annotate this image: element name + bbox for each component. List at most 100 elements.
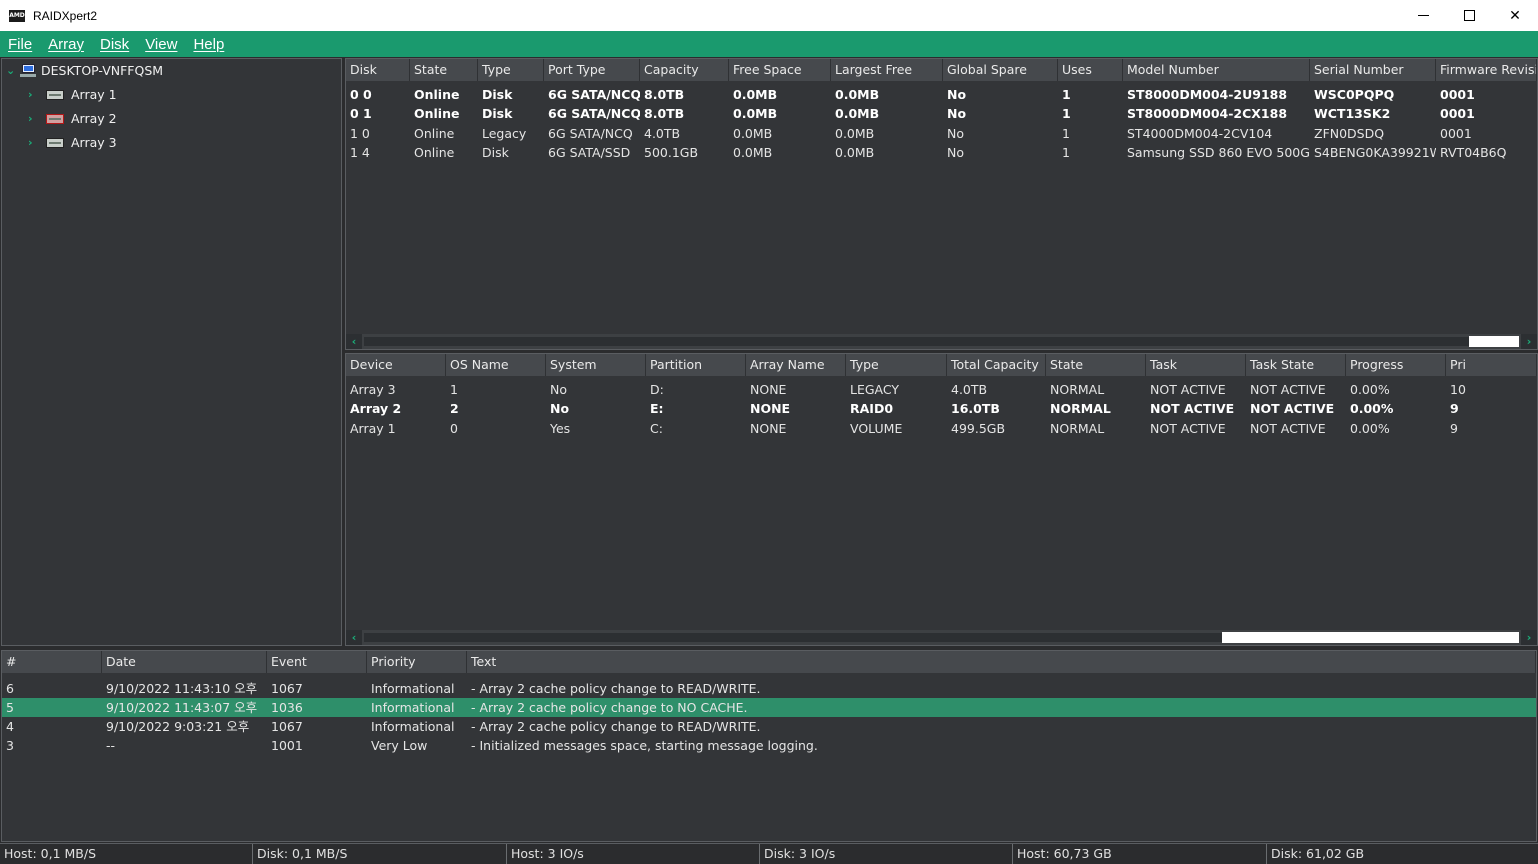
window-title: RAIDXpert2 (33, 8, 98, 23)
table-cell: Online (414, 144, 455, 160)
column-header[interactable]: Task (1146, 354, 1246, 376)
column-header[interactable]: Event (267, 651, 367, 673)
column-header[interactable]: Disk (346, 59, 410, 81)
computer-icon (20, 63, 36, 78)
table-row[interactable]: 1 0 Online Legacy 6G SATA/NCQ 4.0TB 0.0MB 0.0M… (346, 124, 1537, 143)
table-cell: NOT ACTIVE (1250, 420, 1326, 436)
table-cell: Array 2 (350, 401, 402, 417)
table-cell: 0.00% (1350, 382, 1390, 397)
scroll-right-icon[interactable]: › (1521, 630, 1537, 645)
column-header[interactable]: Array Name (746, 354, 846, 376)
events-panel: # Date Event Priority Text 6 9/10/2022 11:43:1… (1, 650, 1537, 842)
scroll-thumb[interactable] (1469, 336, 1519, 347)
table-row[interactable]: Array 3 1 No D: NONE LEGACY 4.0TB NORMAL NOT ACT… (346, 380, 1537, 399)
table-cell: Online (414, 125, 455, 141)
column-header[interactable]: Progress (1346, 354, 1446, 376)
table-cell: 6 (6, 681, 14, 696)
tree-item-label: Array 1 (71, 87, 117, 102)
table-row[interactable]: 6 9/10/2022 11:43:10 오후 1067 Informational -… (2, 679, 1536, 698)
column-header[interactable]: Capacity (640, 59, 729, 81)
arrays-horizontal-scrollbar[interactable]: ‹ › (346, 630, 1537, 645)
table-row[interactable]: 5 9/10/2022 11:43:07 오후 1036 Informational -… (2, 698, 1536, 717)
chevron-right-icon[interactable]: › (28, 88, 40, 101)
column-header[interactable]: State (1046, 354, 1146, 376)
column-header[interactable]: Priority (367, 651, 467, 673)
column-header[interactable]: Free Space (729, 59, 831, 81)
table-cell: Yes (550, 420, 571, 436)
column-header[interactable]: Type (478, 59, 544, 81)
table-cell: Array 1 (350, 420, 396, 436)
column-header[interactable]: OS Name (446, 354, 546, 376)
table-cell: 0 0 (350, 87, 372, 102)
table-cell: Array 3 (350, 382, 396, 397)
column-header[interactable]: State (410, 59, 478, 81)
disks-horizontal-scrollbar[interactable]: ‹ › (346, 334, 1537, 349)
table-cell: C: (650, 420, 663, 436)
column-header[interactable]: Date (102, 651, 267, 673)
chevron-right-icon[interactable]: › (28, 136, 40, 149)
table-cell: 16.0TB (951, 401, 1000, 417)
menu-help[interactable]: Help (193, 36, 224, 53)
menu-file[interactable]: File (8, 36, 32, 53)
table-cell: 9/10/2022 11:43:07 오후 (106, 700, 258, 715)
table-cell: 0.0MB (835, 106, 880, 122)
table-cell: 0.0MB (835, 87, 880, 102)
scroll-left-icon[interactable]: ‹ (346, 334, 362, 349)
table-cell: - Array 2 cache policy change to READ/WR… (471, 719, 761, 734)
table-row[interactable]: Array 2 2 No E: NONE RAID0 16.0TB NORMAL NOT ACT… (346, 399, 1537, 418)
table-cell: 4.0TB (644, 125, 681, 141)
chevron-down-icon[interactable]: ⌄ (6, 64, 18, 77)
arrays-panel: Device OS Name System Partition Array Name Ty… (345, 353, 1538, 646)
array-table-header: Device OS Name System Partition Array Name Ty… (346, 354, 1537, 376)
table-cell: ZFN0DSDQ (1314, 125, 1385, 141)
table-cell: 1001 (271, 738, 303, 753)
scroll-thumb[interactable] (1222, 632, 1519, 643)
column-header[interactable]: Global Spare (943, 59, 1058, 81)
table-cell: 6G SATA/NCQ (548, 106, 640, 122)
menu-disk[interactable]: Disk (100, 36, 129, 53)
scroll-right-icon[interactable]: › (1521, 334, 1537, 349)
table-row[interactable]: 0 0 Online Disk 6G SATA/NCQ 8.0TB 0.0MB 0.0MB N… (346, 85, 1537, 104)
table-row[interactable]: 1 4 Online Disk 6G SATA/SSD 500.1GB 0.0MB 0.0M… (346, 143, 1537, 162)
column-header[interactable]: Partition (646, 354, 746, 376)
minimize-button[interactable] (1400, 0, 1446, 31)
column-header[interactable]: Model Number (1123, 59, 1310, 81)
tree-item-array-3[interactable]: › Array 3 (28, 135, 117, 150)
column-header[interactable]: Largest Free (831, 59, 943, 81)
column-header[interactable]: Firmware Revision (1436, 59, 1537, 81)
table-row[interactable]: 4 9/10/2022 9:03:21 오후 1067 Informational - … (2, 717, 1536, 736)
table-row[interactable]: Array 1 0 Yes C: NONE VOLUME 499.5GB NORMAL NOT … (346, 419, 1537, 438)
column-header[interactable]: Text (467, 651, 1536, 673)
column-header[interactable]: # (2, 651, 102, 673)
column-header[interactable]: Type (846, 354, 947, 376)
column-header[interactable]: System (546, 354, 646, 376)
column-header[interactable]: Port Type (544, 59, 640, 81)
table-cell: 0.00% (1350, 420, 1390, 436)
column-header[interactable]: Task State (1246, 354, 1346, 376)
table-row[interactable]: 0 1 Online Disk 6G SATA/NCQ 8.0TB 0.0MB 0.0MB N… (346, 104, 1537, 123)
menu-array[interactable]: Array (48, 36, 84, 53)
table-cell: Disk (482, 87, 513, 102)
events-table: # Date Event Priority Text 6 9/10/2022 11:43:1… (2, 651, 1536, 841)
scroll-left-icon[interactable]: ‹ (346, 630, 362, 645)
tree-root[interactable]: ⌄ DESKTOP-VNFFQSM (6, 63, 163, 78)
tree-item-array-2[interactable]: › Array 2 (28, 111, 117, 126)
column-header[interactable]: Uses (1058, 59, 1123, 81)
chevron-right-icon[interactable]: › (28, 112, 40, 125)
table-cell: 1 (1062, 125, 1070, 141)
close-button[interactable]: ✕ (1492, 0, 1538, 31)
table-cell: Informational (371, 700, 455, 715)
table-cell: NOT ACTIVE (1150, 382, 1226, 397)
column-header[interactable]: Device (346, 354, 446, 376)
table-row[interactable]: 3 -- 1001 Very Low - Initialized messages s… (2, 736, 1536, 755)
table-cell: No (947, 125, 964, 141)
table-cell: Online (414, 106, 460, 122)
table-cell: E: (650, 401, 664, 417)
maximize-button[interactable] (1446, 0, 1492, 31)
menu-view[interactable]: View (145, 36, 177, 53)
table-cell: 1 0 (350, 125, 370, 141)
column-header[interactable]: Pri (1446, 354, 1537, 376)
tree-item-array-1[interactable]: › Array 1 (28, 87, 117, 102)
column-header[interactable]: Serial Number (1310, 59, 1436, 81)
column-header[interactable]: Total Capacity (947, 354, 1046, 376)
